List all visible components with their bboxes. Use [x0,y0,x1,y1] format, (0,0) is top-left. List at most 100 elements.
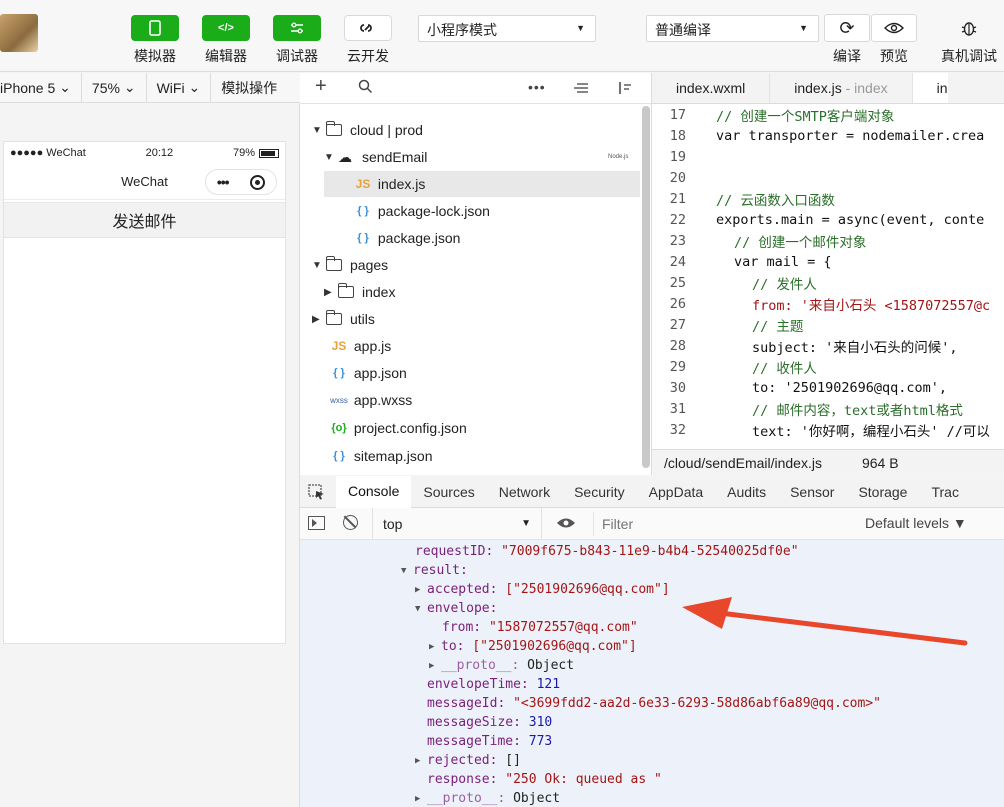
code-text: // 邮件内容，text或者html格式 [752,402,963,419]
tab-index-wxml[interactable]: index.wxml [652,73,771,103]
more-icon[interactable]: ••• [528,79,546,95]
code-line: 32 text: '你好啊，编程小石头' //可以 [652,419,990,440]
console-line[interactable]: ▶ rejected: [] [415,751,521,770]
code-text: // 收件人 [752,360,817,377]
context-select[interactable]: top ▼ [372,508,542,539]
tab-sources[interactable]: Sources [411,476,486,508]
collapsed-triangle-icon: ▶ [415,793,421,804]
tab-label: index.js [794,80,842,96]
add-icon[interactable]: + [315,75,327,98]
menu-capsule[interactable]: ••• [205,169,277,195]
console-line[interactable]: ▼ envelope: [415,599,497,618]
close-target-icon[interactable] [250,174,266,190]
tree-file-index-js[interactable]: JS index.js [324,171,640,197]
expanded-arrow-icon: ▼ [324,151,334,163]
line-number: 27 [669,316,686,333]
simulator-toggle-button[interactable] [131,15,179,41]
send-email-button[interactable]: 发送邮件 [4,202,285,238]
device-select[interactable]: iPhone 5 ⌄ [0,72,82,103]
collapsed-triangle-icon: ▶ [429,641,435,652]
wxss-file-icon: wxss [330,395,348,405]
collapse-icon[interactable] [573,79,589,100]
tab-label: index.wxml [676,80,746,96]
simulate-ops-value: 模拟操作 [221,79,278,96]
zoom-select[interactable]: 75% ⌄ [82,72,147,103]
eye-icon[interactable] [556,516,576,533]
console-line[interactable]: ▶ __proto__: Object [429,656,574,675]
tab-security[interactable]: Security [562,476,637,508]
tree-folder-index[interactable]: ▶ index [324,279,624,305]
tree-folder-cloud[interactable]: ▼ cloud | prod [312,117,632,143]
tab-storage[interactable]: Storage [846,476,919,508]
tab-sensor[interactable]: Sensor [778,476,846,508]
real-device-debug-button[interactable] [946,14,992,42]
editor-toggle-button[interactable]: </> [202,15,250,41]
editor-label: 编辑器 [205,48,247,64]
code-text: from: '来自小石头 <1587072557@c [752,297,991,314]
tab-trace[interactable]: Trac [919,476,958,508]
code-text: // 发件人 [752,276,817,293]
code-line: 19 [652,146,694,167]
devtools-tabs: Console Sources Network Security AppData… [300,475,1004,508]
real-device-debug-label: 真机调试 [941,48,997,64]
tree-folder-utils[interactable]: ▶ utils [312,306,632,332]
line-number: 32 [669,421,686,438]
tree-file-sitemap[interactable]: { } sitemap.json [328,443,628,469]
code-area[interactable]: 17 // 创建一个SMTP客户端对象 18 var transporter = n… [652,104,1004,449]
tree-folder-sendEmail[interactable]: ▼ ☁ sendEmail Node.js [324,144,640,170]
debugger-toggle-button[interactable] [273,15,321,41]
inspect-element-button[interactable] [300,476,336,508]
compile-select[interactable]: 普通编译 ▼ [646,15,819,42]
zoom-select-value: 75% [91,79,120,96]
preview-label: 预览 [880,48,908,64]
user-avatar[interactable] [0,14,38,52]
console-line[interactable]: ▶ to: ["2501902696@qq.com"] [429,637,637,656]
compile-select-value: 普通编译 [655,22,711,38]
prop-key: requestID: [415,544,494,559]
split-layout-icon[interactable] [617,79,633,100]
line-number: 26 [669,295,686,312]
console-line[interactable]: ▼ result: [401,561,468,580]
code-text: subject: '来自小石头的问候', [752,339,958,356]
search-icon[interactable] [358,78,373,99]
tab-network[interactable]: Network [487,476,562,508]
code-line: 26 from: '来自小石头 <1587072557@c [652,293,990,314]
tree-file-package-json[interactable]: { } package.json [352,225,632,251]
tree-item-label: sendEmail [362,149,428,165]
tree-file-app-wxss[interactable]: wxss app.wxss [328,387,628,413]
code-text: // 创建一个邮件对象 [734,234,867,251]
tree-item-label: pages [350,257,389,273]
tab-active[interactable]: in [912,73,948,103]
collapsed-arrow-icon: ▶ [324,286,332,298]
tree-item-label: project.config.json [353,420,467,436]
console-line[interactable]: ▶ __proto__: Object [415,789,560,807]
tab-console[interactable]: Console [336,475,412,508]
tree-file-app-json[interactable]: { } app.json [328,360,628,386]
more-icon[interactable]: ••• [217,174,230,190]
tree-file-app-js[interactable]: JS app.js [328,333,628,359]
compile-button[interactable]: ⟳ [824,14,870,42]
log-levels-select[interactable]: Default levels ▼ [865,515,967,531]
console-filter-input[interactable] [593,512,853,536]
tab-appdata[interactable]: AppData [637,476,715,508]
prop-key: accepted: [427,582,498,597]
console-line[interactable]: ▶ accepted: ["2501902696@qq.com"] [415,580,670,599]
network-select[interactable]: WiFi ⌄ [147,72,212,103]
sidebar-toggle-icon[interactable] [308,516,325,530]
json-file-icon: { } [333,367,345,379]
cloud-dev-button[interactable] [344,15,392,41]
mode-select[interactable]: 小程序模式 ▼ [418,15,596,42]
tree-file-package-lock[interactable]: { } package-lock.json [352,198,632,224]
tab-index-js[interactable]: index.js - index [770,73,913,103]
clear-console-icon[interactable] [343,515,358,530]
tab-audits[interactable]: Audits [715,476,778,508]
simulate-ops-select[interactable]: 模拟操作 [211,73,287,103]
tree-file-project-config[interactable]: {o} project.config.json [328,415,628,441]
tree-folder-pages[interactable]: ▼ pages [312,252,632,278]
battery-icon [258,148,279,158]
json-file-icon: { } [333,450,345,462]
line-number: 21 [669,190,686,207]
preview-button[interactable] [871,14,917,42]
file-explorer-scrollbar[interactable] [642,106,650,468]
prop-key: envelope: [427,601,498,616]
